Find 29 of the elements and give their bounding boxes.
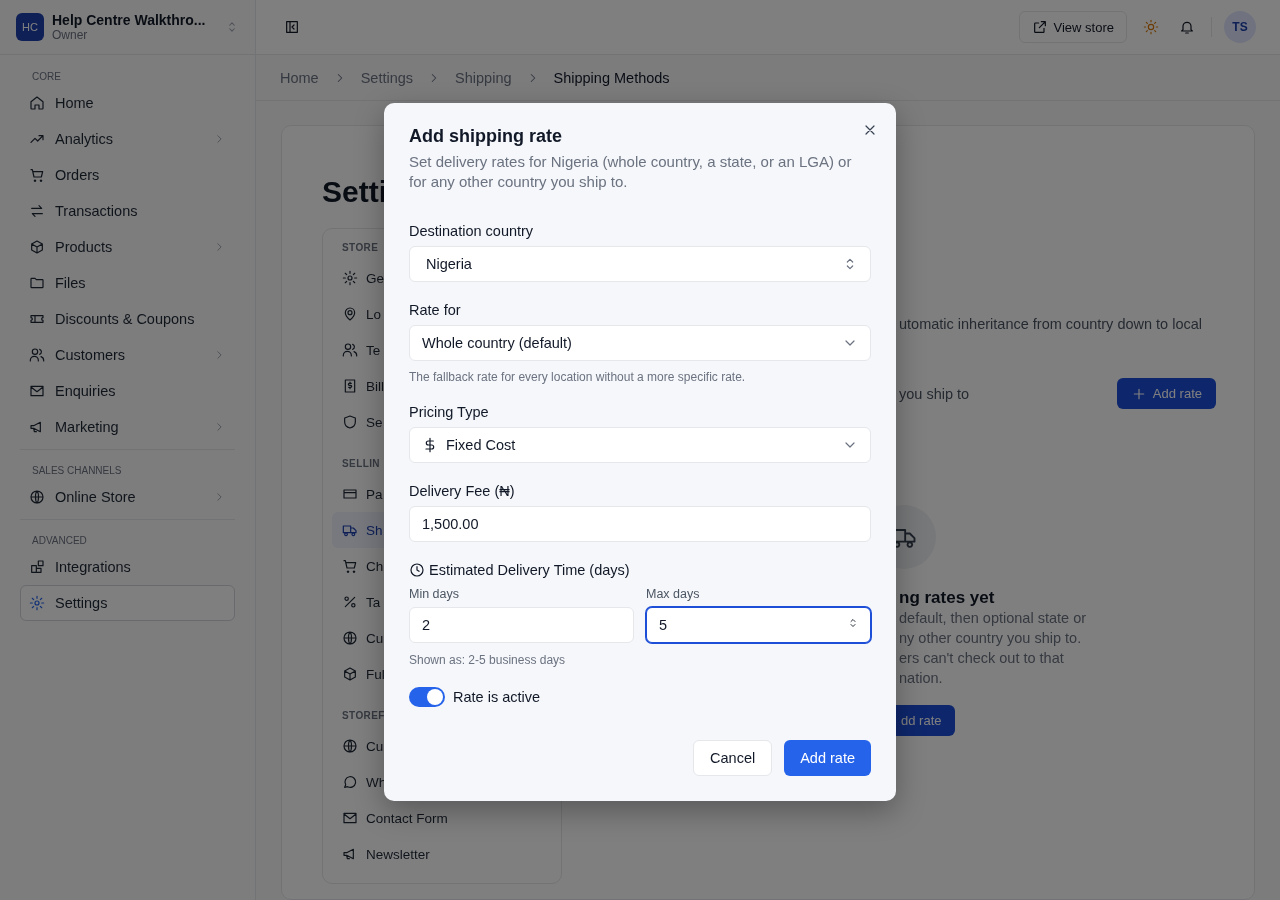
section-heading: SELLIN — [341, 457, 381, 471]
workspace-name: Help Centre Walkthro... — [52, 12, 207, 28]
section-heading: ADVANCED — [32, 534, 88, 548]
empty-state-text: default, then optional state or — [899, 609, 1087, 628]
dialog-description: Set delivery rates for Nigeria (whole country, a state, or an LGA) or for any other country you ship to. — [409, 152, 853, 192]
description-text: utomatic inheritance from country down to local — [899, 315, 1203, 334]
field-label: Destination country — [409, 222, 534, 241]
section-heading: SALES CHANNELS — [32, 464, 123, 478]
field-label: Pricing Type — [409, 403, 489, 422]
empty-state-text: nation. — [899, 669, 943, 688]
dialog-title: Add shipping rate — [409, 125, 563, 148]
caption-text: you ship to — [899, 385, 970, 402]
field-label: Delivery Fee (₦) — [409, 482, 515, 501]
empty-state-text: ny other country you ship to. — [899, 629, 1082, 648]
field-hint: Shown as: 2-5 business days — [409, 652, 567, 668]
field-label: Estimated Delivery Time (days) — [429, 561, 630, 580]
section-heading: CORE — [32, 70, 62, 84]
field-label: Min days — [409, 586, 461, 602]
workspace-role: Owner — [52, 28, 89, 42]
field-label: Max days — [646, 586, 701, 602]
field-hint: The fallback rate for every location without a more specific rate. — [409, 369, 747, 385]
page-title: Setti — [322, 174, 387, 210]
empty-state-title: ng rates yet — [899, 588, 995, 608]
workspace-logo: HC — [16, 13, 44, 41]
section-heading: STOREF — [341, 709, 386, 723]
field-label: Rate for — [409, 301, 461, 320]
empty-state-text: ers can't check out to that — [899, 649, 1064, 668]
section-heading: STORE — [341, 241, 380, 255]
toggle-label: Rate is active — [453, 689, 541, 705]
